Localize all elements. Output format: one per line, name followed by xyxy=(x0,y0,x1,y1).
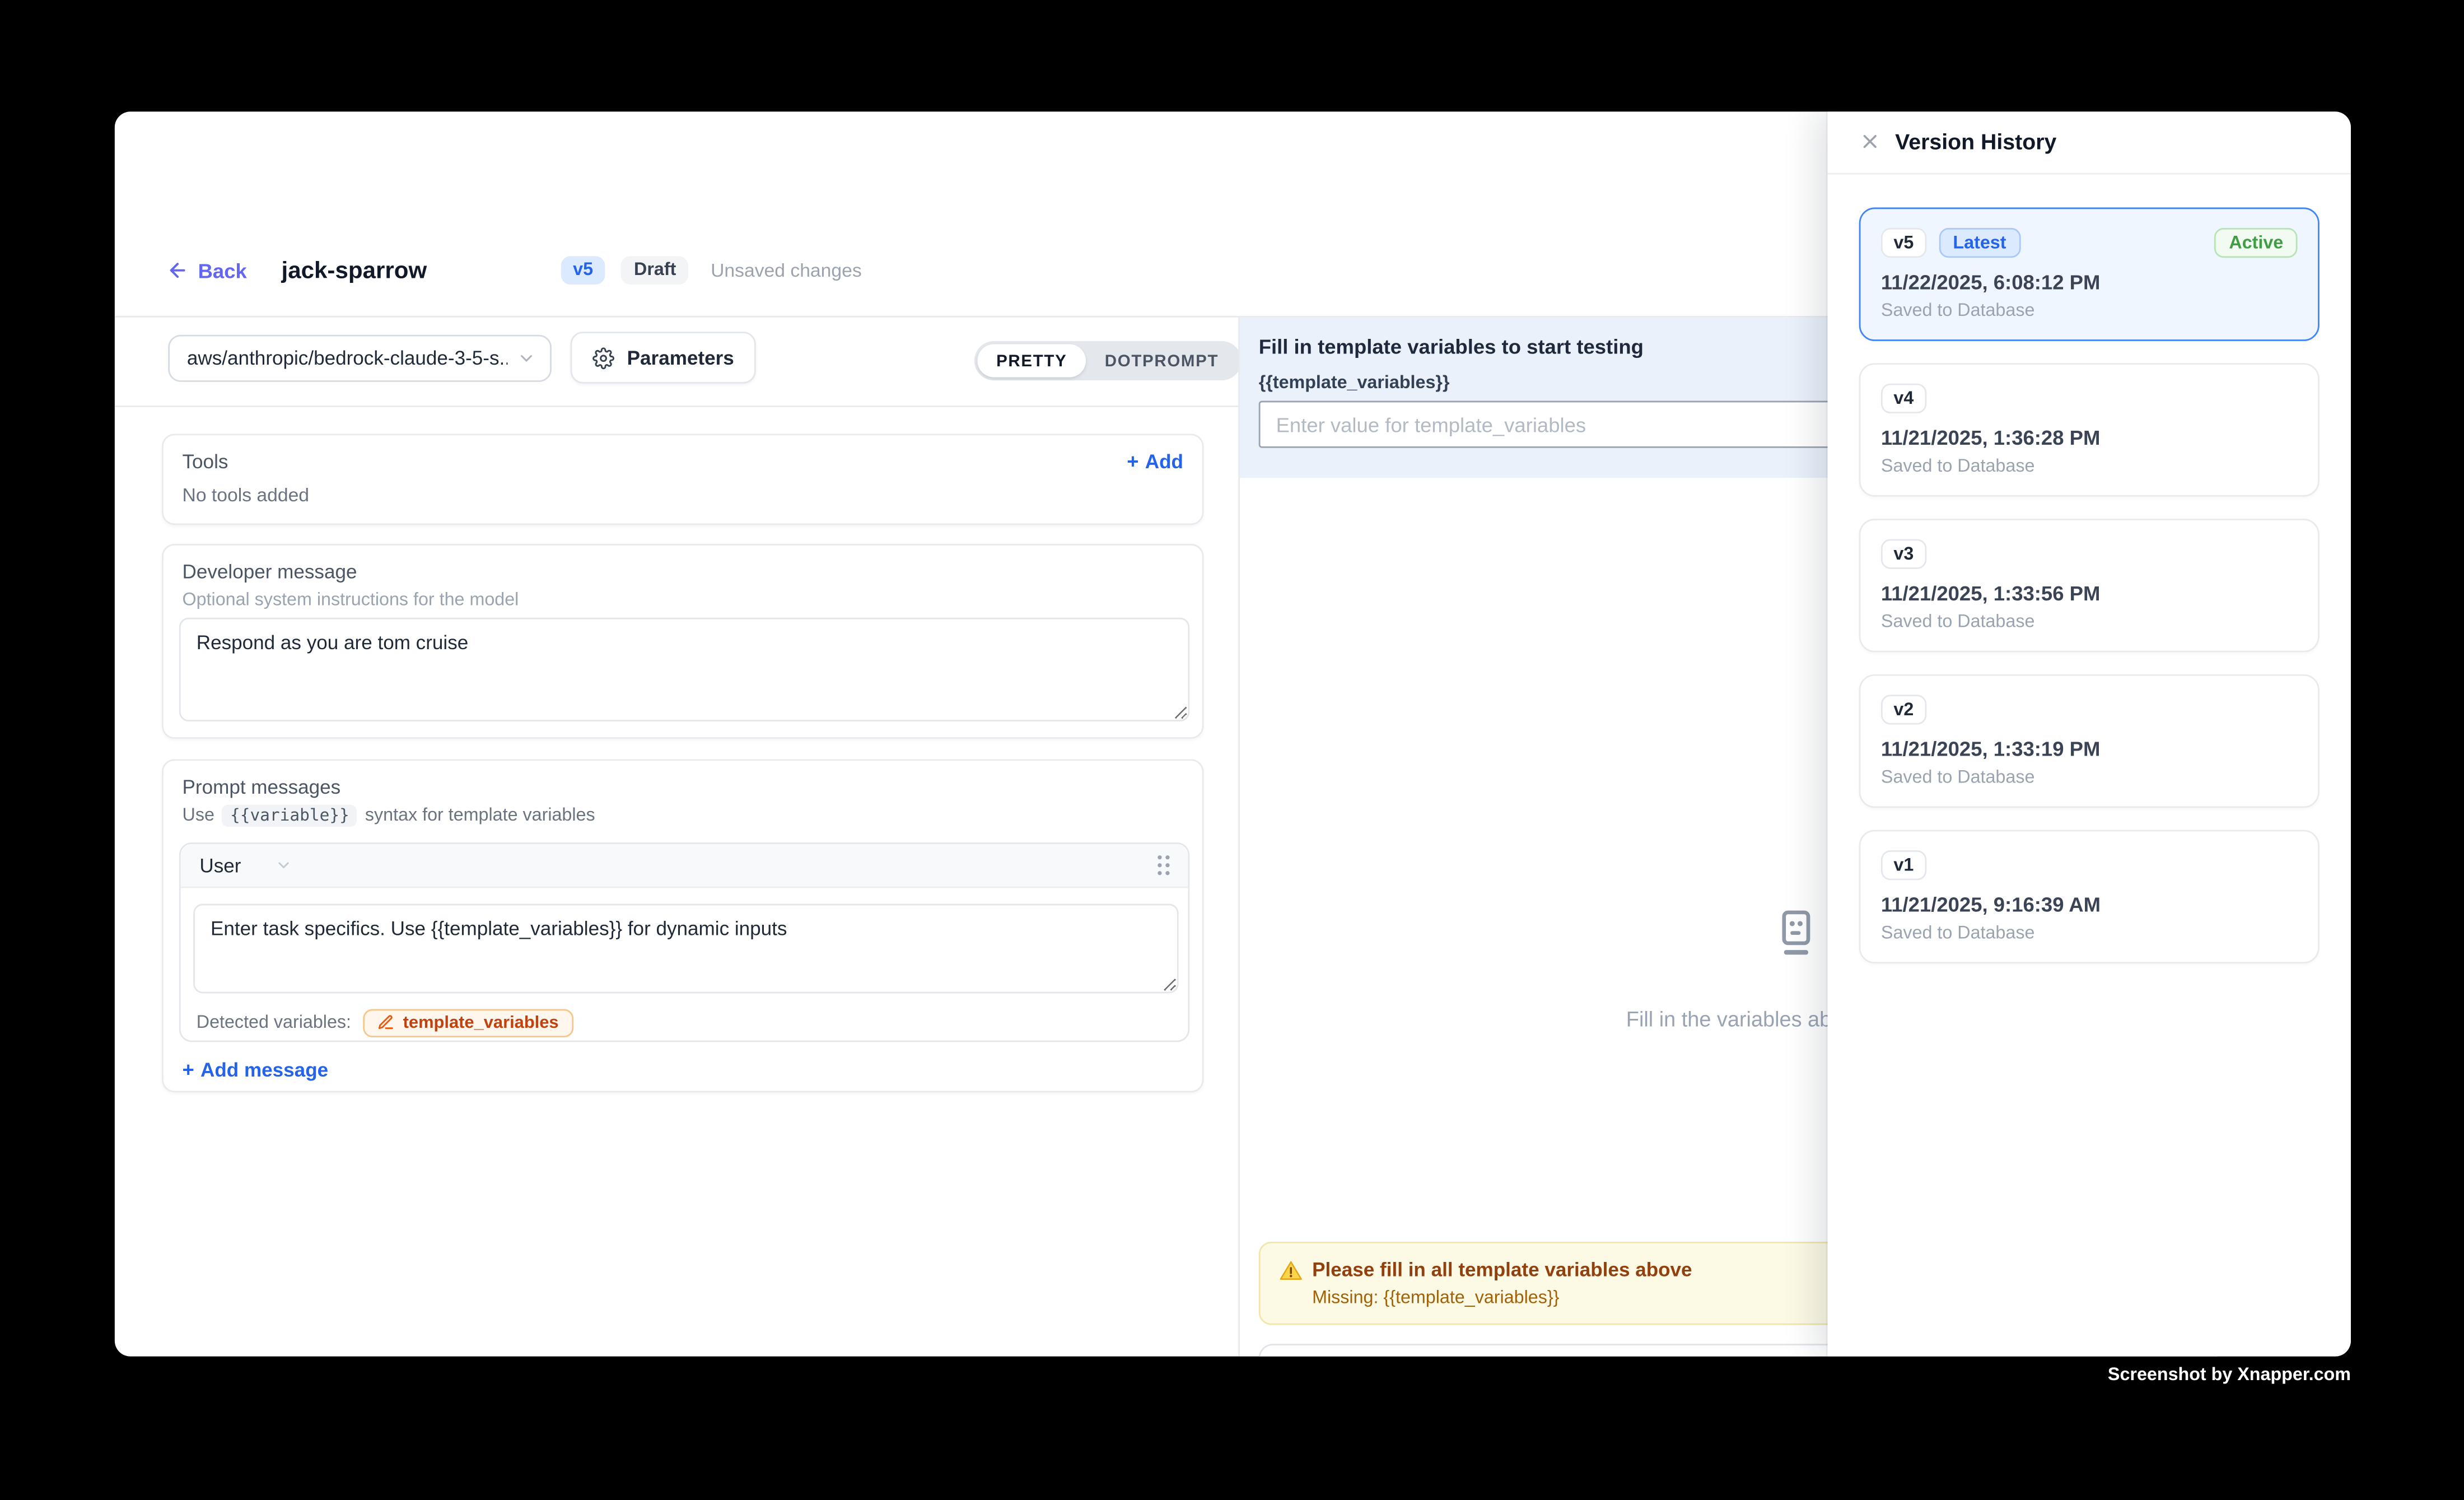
warning-detail: Missing: {{template_variables}} xyxy=(1312,1289,1559,1308)
hint-suffix: syntax for template variables xyxy=(365,807,595,826)
tools-section: Tools + Add No tools added xyxy=(162,434,1203,525)
version-source: Saved to Database xyxy=(1881,924,2035,943)
role-value: User xyxy=(199,854,241,876)
message-role-header: User xyxy=(181,844,1188,888)
version-timestamp: 11/21/2025, 1:36:28 PM xyxy=(1881,426,2100,449)
version-list: v5 Latest Active 11/22/2025, 6:08:12 PM … xyxy=(1859,207,2320,963)
prompt-messages-title: Prompt messages xyxy=(183,776,341,798)
version-source: Saved to Database xyxy=(1881,302,2035,321)
version-timestamp: 11/21/2025, 9:16:39 AM xyxy=(1881,893,2101,916)
version-card-v1[interactable]: v1 11/21/2025, 9:16:39 AM Saved to Datab… xyxy=(1859,830,2320,964)
active-badge: Active xyxy=(2215,228,2297,258)
developer-message-section: Developer message Optional system instru… xyxy=(162,544,1203,739)
version-history-panel: Version History v5 Latest Active 11/22/2… xyxy=(1828,111,2351,1356)
add-message-button[interactable]: + Add message xyxy=(183,1058,329,1082)
parameters-label: Parameters xyxy=(627,347,734,369)
developer-message-subtitle: Optional system instructions for the mod… xyxy=(183,591,519,610)
app-window: Back jack-sparrow v5 Draft Unsaved chang… xyxy=(115,111,2351,1356)
version-card-v3[interactable]: v3 11/21/2025, 1:33:56 PM Saved to Datab… xyxy=(1859,519,2320,653)
version-number-badge: v4 xyxy=(1881,384,1926,413)
back-button[interactable]: Back xyxy=(166,259,246,282)
version-history-header: Version History xyxy=(1828,111,2351,174)
add-tool-button[interactable]: + Add xyxy=(1127,450,1183,473)
chevron-down-icon xyxy=(276,856,293,874)
developer-message-title: Developer message xyxy=(183,561,357,583)
version-card-v5[interactable]: v5 Latest Active 11/22/2025, 6:08:12 PM … xyxy=(1859,207,2320,341)
prompt-message-block: User Enter task specifics. Use {{templat… xyxy=(179,842,1189,1042)
version-history-title: Version History xyxy=(1895,129,2056,154)
prompt-messages-hint: Use {{variable}} syntax for template var… xyxy=(183,805,595,827)
gear-icon xyxy=(592,347,614,369)
toggle-pretty[interactable]: PRETTY xyxy=(977,344,1086,378)
detected-variables-row: Detected variables: template_variables xyxy=(197,1008,573,1037)
version-number-badge: v5 xyxy=(1881,228,1926,258)
version-number-badge: v3 xyxy=(1881,539,1926,569)
variable-chip[interactable]: template_variables xyxy=(363,1008,572,1037)
version-card-v2[interactable]: v2 11/21/2025, 1:33:19 PM Saved to Datab… xyxy=(1859,674,2320,808)
detected-variables-label: Detected variables: xyxy=(197,1013,351,1032)
version-card-v4[interactable]: v4 11/21/2025, 1:36:28 PM Saved to Datab… xyxy=(1859,363,2320,497)
drag-handle-icon[interactable] xyxy=(1155,854,1172,877)
tools-empty-text: No tools added xyxy=(183,484,310,506)
watermark-text: Screenshot by Xnapper.com xyxy=(2108,1366,2351,1385)
chevron-down-icon xyxy=(517,349,536,368)
latest-badge: Latest xyxy=(1939,228,2020,258)
version-number-badge: v1 xyxy=(1881,850,1926,880)
version-source: Saved to Database xyxy=(1881,768,2035,788)
page-title: jack-sparrow xyxy=(282,257,427,284)
prompt-messages-section: Prompt messages Use {{variable}} syntax … xyxy=(162,759,1203,1092)
hint-prefix: Use xyxy=(183,807,214,826)
version-source: Saved to Database xyxy=(1881,458,2035,477)
prompt-message-input[interactable]: Enter task specifics. Use {{template_var… xyxy=(193,904,1178,994)
template-variable-label: {{template_variables}} xyxy=(1259,374,1450,393)
template-variables-title: Fill in template variables to start test… xyxy=(1259,335,1644,358)
page-header: Back jack-sparrow v5 Draft Unsaved chang… xyxy=(166,239,861,302)
add-tool-label: Add xyxy=(1145,450,1183,472)
bot-icon xyxy=(1768,907,1822,973)
add-message-label: Add message xyxy=(200,1059,328,1080)
unsaved-changes-text: Unsaved changes xyxy=(711,259,862,281)
warning-title: Please fill in all template variables ab… xyxy=(1312,1259,1692,1281)
back-label: Back xyxy=(198,259,247,282)
warning-triangle-icon xyxy=(1279,1259,1303,1283)
parameters-button[interactable]: Parameters xyxy=(571,332,756,384)
plus-icon: + xyxy=(183,1058,194,1082)
toggle-dotprompt[interactable]: DOTPROMPT xyxy=(1086,344,1238,378)
version-timestamp: 11/22/2025, 6:08:12 PM xyxy=(1881,271,2100,294)
toolbar-divider xyxy=(115,406,1238,407)
version-source: Saved to Database xyxy=(1881,613,2035,632)
arrow-left-icon xyxy=(166,259,188,281)
pencil-icon xyxy=(378,1014,395,1031)
model-selector-value: aws/anthropic/bedrock-claude-3-5-s... xyxy=(187,347,507,369)
tools-title: Tools xyxy=(183,451,228,473)
variable-syntax-code: {{variable}} xyxy=(222,805,357,827)
developer-message-input[interactable]: Respond as you are tom cruise xyxy=(179,618,1189,721)
version-number-badge: v2 xyxy=(1881,695,1926,724)
variable-chip-label: template_variables xyxy=(403,1013,559,1032)
role-select[interactable]: User xyxy=(199,854,293,876)
format-toggle: PRETTY DOTPROMPT xyxy=(974,341,1241,380)
screenshot-stage: Back jack-sparrow v5 Draft Unsaved chang… xyxy=(0,0,2464,1499)
version-badge: v5 xyxy=(561,256,606,285)
version-timestamp: 11/21/2025, 1:33:19 PM xyxy=(1881,737,2100,761)
close-icon[interactable] xyxy=(1859,131,1881,152)
model-selector-dropdown[interactable]: aws/anthropic/bedrock-claude-3-5-s... xyxy=(168,335,552,382)
draft-badge: Draft xyxy=(622,256,689,285)
version-timestamp: 11/21/2025, 1:33:56 PM xyxy=(1881,581,2100,605)
plus-icon: + xyxy=(1127,450,1138,473)
